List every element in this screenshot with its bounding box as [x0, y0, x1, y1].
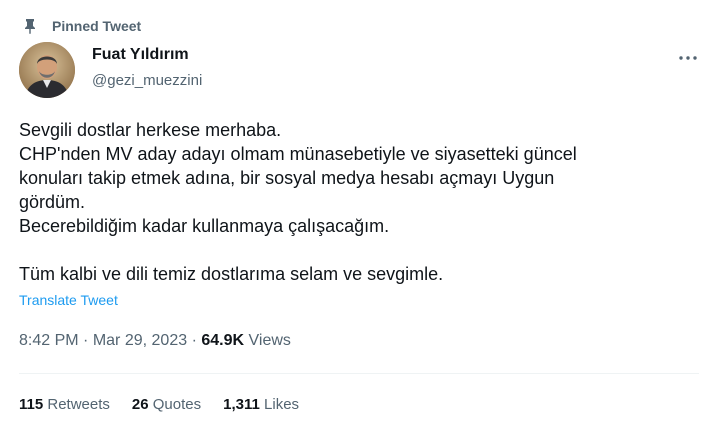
tweet-line: Tüm kalbi ve dili temiz dostlarıma selam…: [19, 264, 444, 284]
tweet-line: Sevgili dostlar herkese merhaba.: [19, 120, 282, 140]
divider: [19, 373, 699, 374]
quotes-label: Quotes: [152, 396, 202, 413]
tweet-line: CHP'nden MV aday adayı olmam münasebetiy…: [19, 144, 577, 164]
tweet-time[interactable]: 8:42 PM: [19, 332, 79, 349]
meta-separator: ·: [83, 332, 89, 349]
retweets-stat[interactable]: 115 Retweets: [19, 396, 110, 413]
author-name[interactable]: Fuat Yıldırım: [92, 46, 189, 64]
more-dots-icon: [679, 56, 697, 60]
translate-tweet-link[interactable]: Translate Tweet: [19, 292, 118, 308]
more-options-button[interactable]: [676, 50, 700, 66]
pin-icon: [22, 18, 38, 34]
likes-count: 1,311: [223, 396, 260, 413]
quotes-count: 26: [131, 396, 149, 413]
tweet-meta: 8:42 PM · Mar 29, 2023 · 64.9K Views: [19, 332, 291, 350]
tweet-line: gördüm.: [19, 192, 86, 212]
likes-label: Likes: [264, 396, 300, 413]
avatar[interactable]: [19, 42, 75, 98]
pinned-label: Pinned Tweet: [52, 18, 142, 34]
author-handle[interactable]: @gezi_muezzini: [92, 72, 202, 89]
tweet-date[interactable]: Mar 29, 2023: [93, 332, 187, 349]
retweets-label: Retweets: [47, 396, 110, 413]
meta-separator: ·: [191, 332, 197, 349]
tweet-line: Becerebildiğim kadar kullanmaya çalışaca…: [19, 216, 390, 236]
pinned-tweet-header: Pinned Tweet: [22, 16, 141, 36]
views-count: 64.9K: [201, 332, 245, 349]
views-label: Views: [248, 332, 291, 349]
likes-stat[interactable]: 1,311 Likes: [223, 396, 299, 413]
tweet-line: konuları takip etmek adına, bir sosyal m…: [19, 168, 555, 188]
retweets-count: 115: [19, 396, 44, 413]
quotes-stat[interactable]: 26 Quotes: [132, 396, 201, 413]
engagement-stats: 115 Retweets 26 Quotes 1,311 Likes: [19, 396, 321, 413]
tweet-text: Sevgili dostlar herkese merhaba. CHP'nde…: [19, 118, 699, 286]
